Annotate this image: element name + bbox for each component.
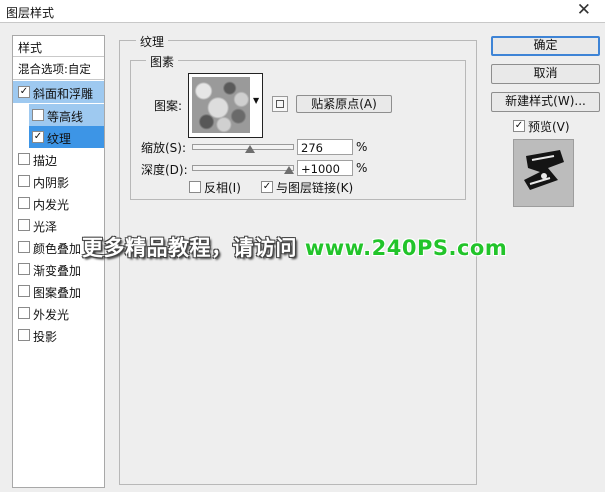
style-item-checkbox[interactable] [32,109,44,121]
depth-slider-track[interactable] [192,165,294,171]
style-item-checkbox[interactable] [18,197,30,209]
snap-origin-button[interactable]: 贴紧原点(A) [296,95,392,113]
scale-slider-thumb[interactable] [245,145,255,153]
style-item-checkbox[interactable] [18,285,30,297]
style-item-contour[interactable]: 等高线 [13,104,104,126]
style-item-drop-shadow[interactable]: 投影 [13,324,104,346]
new-style-button[interactable]: 新建样式(W)... [491,92,600,112]
style-item-checkbox[interactable] [18,175,30,187]
ok-button[interactable]: 确定 [491,36,600,56]
style-item-stroke[interactable]: 描边 [13,148,104,170]
style-item-label: 等高线 [47,110,84,124]
style-item-label: 内发光 [33,198,70,212]
style-item-label: 渐变叠加 [33,264,82,278]
invert-label: 反相(I) [204,181,241,195]
invert-checkbox[interactable] [189,181,201,193]
pattern-dropdown-icon[interactable]: ▼ [253,96,259,105]
blend-options-label: 混合选项:自定 [18,62,91,76]
preview-label: 预览(V) [528,120,570,134]
pattern-group-title: 图素 [146,53,179,70]
style-item-label: 投影 [33,330,58,344]
style-item-bevel-emboss[interactable]: ✓ 斜面和浮雕 [13,81,104,103]
style-item-checkbox[interactable]: ✓ [18,86,30,98]
link-with-layer-checkbox[interactable]: ✓ [261,181,273,193]
watermark-url: www.240PS.com [304,236,508,260]
pattern-swatch[interactable] [188,73,263,138]
watermark-text: 更多精品教程，请访问 [82,236,297,260]
style-item-label: 颜色叠加 [33,242,82,256]
style-item-texture[interactable]: ✓ 纹理 [13,126,104,148]
close-icon[interactable]: ✕ [577,1,591,19]
preview-checkbox[interactable]: ✓ [513,120,525,132]
cancel-button[interactable]: 取消 [491,64,600,84]
depth-slider-thumb[interactable] [284,166,294,174]
watermark: 更多精品教程，请访问 www.240PS.com [82,232,507,262]
style-item-checkbox[interactable]: ✓ [32,131,44,143]
texture-group-title: 纹理 [136,33,169,50]
pattern-preview [192,77,250,133]
style-item-checkbox[interactable] [18,219,30,231]
style-item-label: 外发光 [33,308,70,322]
pattern-label: 图案: [154,99,183,113]
style-item-checkbox[interactable] [18,329,30,341]
style-item-label: 斜面和浮雕 [33,87,94,101]
window-title: 图层样式 [6,6,55,20]
style-item-label: 内阴影 [33,176,70,190]
styles-header-label: 样式 [18,41,43,55]
link-with-layer-label: 与图层链接(K) [276,181,354,195]
style-item-checkbox[interactable] [18,307,30,319]
style-preview-thumbnail [513,139,574,207]
new-preset-icon[interactable] [272,96,288,112]
style-item-label: 图案叠加 [33,286,82,300]
scale-input[interactable]: 276 [297,139,353,155]
scale-slider-track[interactable] [192,144,294,150]
style-item-outer-glow[interactable]: 外发光 [13,302,104,324]
style-item-label: 光泽 [33,220,58,234]
styles-header[interactable]: 样式 [13,36,104,57]
depth-label: 深度(D): [141,163,188,177]
depth-unit: % [356,161,368,175]
style-item-inner-shadow[interactable]: 内阴影 [13,170,104,192]
style-preview-icon [514,140,573,206]
style-item-checkbox[interactable] [18,263,30,275]
blend-options-item[interactable]: 混合选项:自定 [13,57,104,80]
style-item-label: 纹理 [47,132,72,146]
depth-input[interactable]: +1000 [297,160,353,176]
style-item-inner-glow[interactable]: 内发光 [13,192,104,214]
style-item-label: 描边 [33,154,58,168]
title-bar: 图层样式 ✕ [0,0,605,23]
scale-label: 缩放(S): [141,141,187,155]
scale-unit: % [356,140,368,154]
style-item-checkbox[interactable] [18,153,30,165]
style-item-pattern-overlay[interactable]: 图案叠加 [13,280,104,302]
style-item-checkbox[interactable] [18,241,30,253]
